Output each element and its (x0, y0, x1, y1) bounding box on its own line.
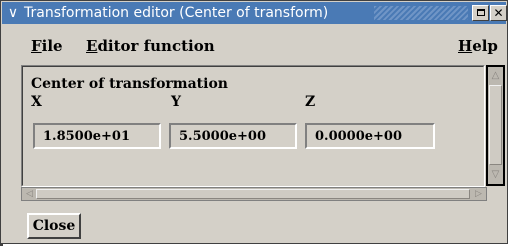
x-value-field[interactable] (33, 123, 161, 149)
vertical-scrollbar[interactable]: △ ▽ (486, 65, 505, 186)
close-button[interactable]: Close (27, 213, 81, 239)
minimize-icon (476, 9, 485, 16)
z-label: Z (305, 94, 316, 110)
close-icon: ✕ (493, 6, 504, 20)
menu-help-mnemonic: H (458, 37, 473, 55)
scroll-down-arrow-icon[interactable]: ▽ (489, 168, 502, 182)
x-label: X (31, 94, 42, 110)
horizontal-scrollbar[interactable]: ◁ ▷ (21, 187, 487, 201)
window-title: Transformation editor (Center of transfo… (24, 5, 329, 21)
vertical-scroll-thumb[interactable] (489, 85, 502, 165)
window-menu-icon[interactable]: ∨ (4, 4, 22, 22)
resize-corner (0, 243, 3, 246)
menu-file[interactable]: File (31, 37, 63, 55)
z-value-field[interactable] (305, 123, 435, 149)
scroll-up-arrow-icon[interactable]: △ (489, 69, 502, 83)
horizontal-scroll-thumb[interactable] (36, 189, 470, 199)
menu-editor-function-label: ditor function (97, 37, 215, 55)
menu-bar: File Editor function Help (2, 25, 506, 65)
section-title: Center of transformation (31, 76, 228, 92)
minimize-button[interactable] (472, 5, 489, 21)
menu-file-mnemonic: F (31, 37, 42, 55)
menu-help-label: elp (472, 37, 498, 55)
title-bar-grip (374, 6, 468, 20)
transformation-editor-window: ∨ Transformation editor (Center of trans… (0, 0, 508, 244)
title-bar[interactable]: ∨ Transformation editor (Center of trans… (2, 2, 507, 24)
scrolled-content-area: Center of transformation X Y Z (21, 65, 485, 187)
y-label: Y (171, 94, 181, 110)
scroll-right-arrow-icon[interactable]: ▷ (472, 188, 485, 200)
close-window-button[interactable]: ✕ (490, 5, 507, 21)
content-panel: Center of transformation X Y Z (22, 66, 484, 186)
menu-file-label: ile (41, 37, 63, 55)
menu-editor-function-mnemonic: E (86, 37, 98, 55)
menu-help[interactable]: Help (458, 37, 498, 55)
menu-editor-function[interactable]: Editor function (86, 37, 215, 55)
scroll-left-arrow-icon[interactable]: ◁ (23, 188, 36, 200)
y-value-field[interactable] (169, 123, 297, 149)
